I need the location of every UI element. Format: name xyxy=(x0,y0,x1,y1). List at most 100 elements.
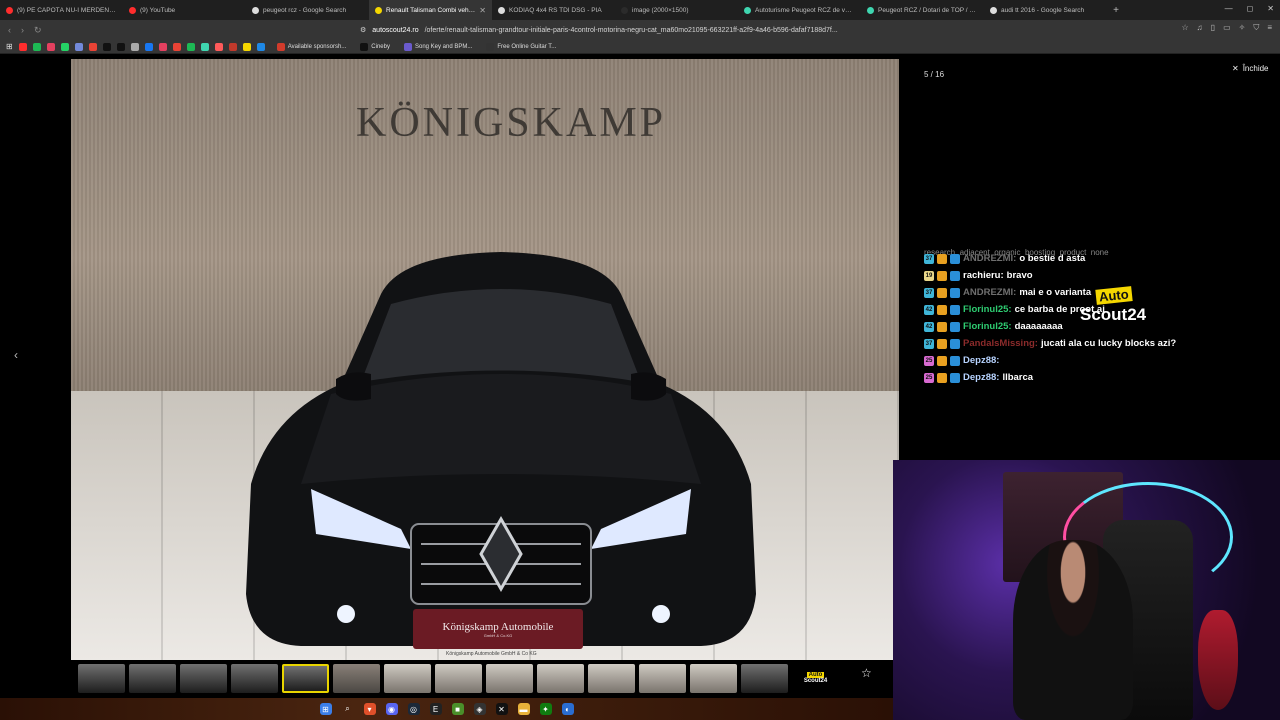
search-icon[interactable]: ⌕ xyxy=(342,703,354,715)
bookmark-favicon-icon[interactable] xyxy=(256,42,265,51)
app-icon[interactable]: ◈ xyxy=(473,703,486,715)
gallery-thumbnail[interactable] xyxy=(639,663,686,693)
browser-tab[interactable]: audi tt 2016 - Google Search xyxy=(984,0,1107,20)
close-label: Închide xyxy=(1242,64,1269,73)
minecraft-icon[interactable]: ■ xyxy=(451,703,464,715)
app-icon[interactable]: ◐ xyxy=(561,703,574,715)
bookmark-favicon-icon[interactable] xyxy=(172,42,181,51)
tab-title: image (2000×1500) xyxy=(632,6,689,14)
url-host: autoscout24.ro xyxy=(372,26,419,34)
chat-username[interactable]: ANDREZMI: xyxy=(963,250,1016,267)
chat-message: 37 ANDREZMI: o bestie d asta xyxy=(924,250,1274,267)
tab-favicon-icon xyxy=(6,6,13,14)
chat-username[interactable]: rachieru: xyxy=(963,267,1004,284)
bookmark-favicon-icon[interactable] xyxy=(186,42,195,51)
autoscout-thumb-logo[interactable]: Auto Scout24 xyxy=(792,664,839,693)
prediction-badge-icon xyxy=(937,270,947,281)
steam-icon[interactable]: ◎ xyxy=(407,703,420,715)
browser-tab[interactable]: (9) PE CAPOTĂ NU-I MERDENEAI | S... xyxy=(0,0,123,20)
bookmark-link[interactable]: Free Online Guitar T... xyxy=(486,42,556,51)
bookmark-favicon-icon[interactable] xyxy=(46,42,55,51)
close-gallery-button[interactable]: ✕ Închide xyxy=(1232,64,1269,73)
browser-tab[interactable]: Renault Talisman Combi vehicul ✕ xyxy=(369,0,492,20)
windows-start-icon[interactable]: ⊞ xyxy=(319,703,332,715)
brave-browser-icon[interactable]: ▾ xyxy=(363,703,376,715)
chat-username[interactable]: Florinul25: xyxy=(963,318,1012,335)
tab-favicon-icon xyxy=(129,6,136,14)
bookmark-link[interactable]: Available sponsorsh... xyxy=(276,42,346,51)
gallery-thumbnail[interactable] xyxy=(78,663,125,693)
sidebar-icon[interactable]: ▯ xyxy=(1211,23,1215,33)
new-tab-button[interactable]: + xyxy=(1107,5,1125,16)
gallery-thumbnail[interactable] xyxy=(690,663,737,693)
browser-tab[interactable]: KODIAQ 4x4 RS TDI DSG - PIA xyxy=(492,0,615,20)
chat-username[interactable]: ANDREZMI: xyxy=(963,284,1016,301)
menu-icon[interactable]: ≡ xyxy=(1267,23,1272,33)
bookmark-favicon-icon[interactable] xyxy=(242,42,251,51)
close-window-icon[interactable]: ✕ xyxy=(1267,4,1274,13)
url-field[interactable]: ⚙ autoscout24.ro/oferte/renault-talisman… xyxy=(360,23,860,37)
gallery-thumbnail[interactable] xyxy=(180,663,227,693)
bookmark-favicon-icon[interactable] xyxy=(130,42,139,51)
folder-icon[interactable]: ▬ xyxy=(517,703,530,715)
gallery-thumbnail[interactable] xyxy=(486,663,533,693)
site-info-icon[interactable]: ⚙ xyxy=(360,26,366,34)
apps-grid-icon[interactable]: ⊞ xyxy=(6,42,13,51)
bookmark-star-icon[interactable]: ☆ xyxy=(1181,23,1188,33)
chat-username[interactable]: Depz88: xyxy=(963,369,999,386)
chat-username[interactable]: Depz88: xyxy=(963,352,999,369)
bookmark-favicon-icon[interactable] xyxy=(18,42,27,51)
bookmark-favicon-icon[interactable] xyxy=(116,42,125,51)
gallery-thumbnail[interactable] xyxy=(129,663,176,693)
bookmark-favicon-icon[interactable] xyxy=(102,42,111,51)
music-icon[interactable]: ♫ xyxy=(1197,23,1203,33)
gallery-thumbnail[interactable] xyxy=(231,663,278,693)
left-foglight xyxy=(337,605,355,623)
discord-icon[interactable]: ◉ xyxy=(385,703,398,715)
maximize-icon[interactable]: ◻ xyxy=(1247,4,1254,13)
back-icon[interactable]: ‹ xyxy=(8,25,11,36)
previous-image-icon[interactable]: ‹ xyxy=(14,348,18,362)
bookmark-favicon-icon xyxy=(276,42,285,51)
reload-icon[interactable]: ↻ xyxy=(34,25,42,36)
gallery-thumbnail[interactable] xyxy=(435,663,482,693)
browser-tab[interactable]: Peugeot RCZ / Dotari de TOP / Full O xyxy=(861,0,984,20)
chat-text: jucati ala cu lucky blocks azi? xyxy=(1040,338,1177,349)
favorite-star-icon[interactable]: ☆ xyxy=(861,666,872,680)
bookmark-link[interactable]: Cineby xyxy=(360,42,390,51)
bookmark-favicon-icon[interactable] xyxy=(74,42,83,51)
bookmark-favicon-icon[interactable] xyxy=(60,42,69,51)
sub-badge-icon: 25 xyxy=(924,372,934,383)
gallery-thumbnail[interactable] xyxy=(537,663,584,693)
extensions-icon[interactable]: ✧ xyxy=(1239,23,1246,33)
browser-tab[interactable]: (9) YouTube xyxy=(123,0,246,20)
epic-games-icon[interactable]: E xyxy=(429,703,442,715)
gallery-thumbnail[interactable] xyxy=(588,663,635,693)
bookmark-favicon-icon[interactable] xyxy=(158,42,167,51)
browser-tab[interactable]: peugeot rcz - Google Search xyxy=(246,0,369,20)
minimize-icon[interactable]: — xyxy=(1225,4,1233,13)
tab-close-icon[interactable]: ✕ xyxy=(479,6,486,15)
bookmark-favicon-icon[interactable] xyxy=(200,42,209,51)
bookmark-favicon-icon[interactable] xyxy=(228,42,237,51)
bookmark-favicon-icon[interactable] xyxy=(214,42,223,51)
gallery-thumbnail[interactable] xyxy=(333,663,380,693)
forward-icon[interactable]: › xyxy=(21,25,24,36)
gallery-thumbnail[interactable] xyxy=(384,663,431,693)
wallet-icon[interactable]: ▭ xyxy=(1223,23,1231,33)
bookmark-favicon-icon[interactable] xyxy=(88,42,97,51)
bookmark-link[interactable]: Song Key and BPM... xyxy=(403,42,472,51)
xbox-icon[interactable]: ✦ xyxy=(539,703,552,715)
x-icon[interactable]: ✕ xyxy=(495,703,508,715)
browser-tab[interactable]: Autoturisme Peugeot RCZ de vanzar xyxy=(738,0,861,20)
tab-favicon-icon xyxy=(498,6,505,14)
shield-icon[interactable]: ⛉ xyxy=(1253,23,1259,33)
bookmark-favicon-icon[interactable] xyxy=(144,42,153,51)
right-foglight xyxy=(652,605,670,623)
browser-tab[interactable]: image (2000×1500) xyxy=(615,0,738,20)
chat-username[interactable]: Florinul25: xyxy=(963,301,1012,318)
gallery-thumbnail[interactable] xyxy=(282,663,329,693)
bookmark-favicon-icon[interactable] xyxy=(32,42,41,51)
gallery-thumbnail[interactable] xyxy=(741,663,788,693)
chat-username[interactable]: PandaIsMissing: xyxy=(963,335,1038,352)
